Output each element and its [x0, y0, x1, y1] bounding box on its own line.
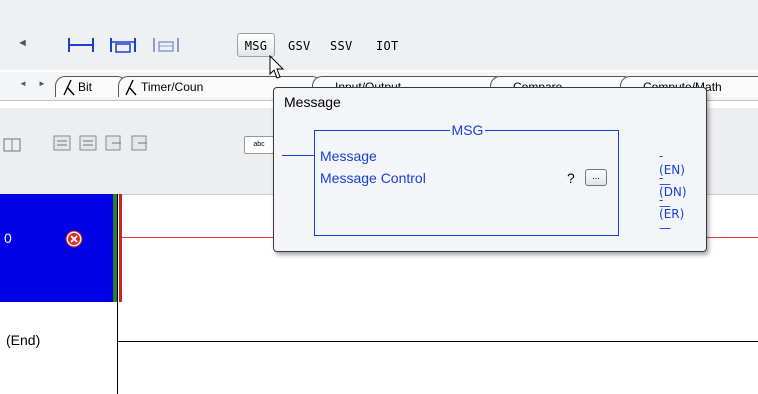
ssv-instruction-button[interactable]: SSV [326, 34, 357, 58]
tab-bit-label: Bit [78, 80, 93, 94]
test-edits-icon[interactable] [130, 134, 152, 154]
rung-error-marker [119, 194, 122, 302]
rung-edit-icon[interactable] [2, 136, 24, 154]
branch-icon[interactable] [108, 36, 138, 54]
instruction-tooltip: Message MSG Message Message Control ? ..… [273, 87, 707, 252]
operand-message-label: Message [320, 148, 377, 164]
browse-button[interactable]: ... [585, 169, 607, 186]
operand-message-control-label: Message Control [320, 170, 426, 186]
branch-level-icon[interactable] [151, 36, 181, 54]
rung-number: 0 [4, 230, 12, 246]
rung-icon[interactable] [66, 36, 96, 54]
mouse-cursor-icon [269, 55, 285, 79]
output-er-label: ER [663, 207, 680, 221]
tabs-scroll-right-button[interactable]: ► [38, 79, 46, 88]
gsv-instruction-button[interactable]: GSV [284, 34, 315, 58]
rung-selection-header[interactable]: 0 [0, 194, 113, 302]
block-name: MSG [449, 122, 486, 138]
msg-instruction-button[interactable]: MSG [237, 33, 275, 57]
instruction-toolbar: ◄ MSG GSV SSV IOT [0, 0, 758, 70]
toolbar-scroll-left-button[interactable]: ◄ [17, 37, 28, 49]
iot-instruction-button[interactable]: IOT [372, 34, 403, 58]
tab-timer-counter-label: Timer/Coun [141, 80, 204, 94]
end-rung-label: (End) [6, 332, 41, 348]
end-rung-line [118, 341, 758, 342]
tabs-scroll-left-button[interactable]: ◄ [19, 79, 27, 88]
error-icon [65, 230, 83, 248]
tag-description-toggle-icon[interactable]: abc [244, 136, 274, 154]
browse-button-label: ... [592, 171, 600, 181]
operand-value-placeholder: ? [567, 170, 575, 186]
output-er: -(ER)— [659, 193, 685, 235]
tooltip-input-wire [282, 155, 314, 156]
cancel-edits-icon[interactable] [78, 134, 100, 154]
tooltip-title: Message [284, 94, 341, 110]
msg-instruction-block: MSG Message Message Control ? ... -(EN)—… [314, 122, 687, 236]
tab-timer-icon [125, 79, 137, 96]
accept-edits-icon[interactable] [52, 134, 74, 154]
left-power-rail [117, 194, 118, 394]
assemble-edits-icon[interactable] [104, 134, 126, 154]
tab-bit-icon [63, 79, 75, 96]
